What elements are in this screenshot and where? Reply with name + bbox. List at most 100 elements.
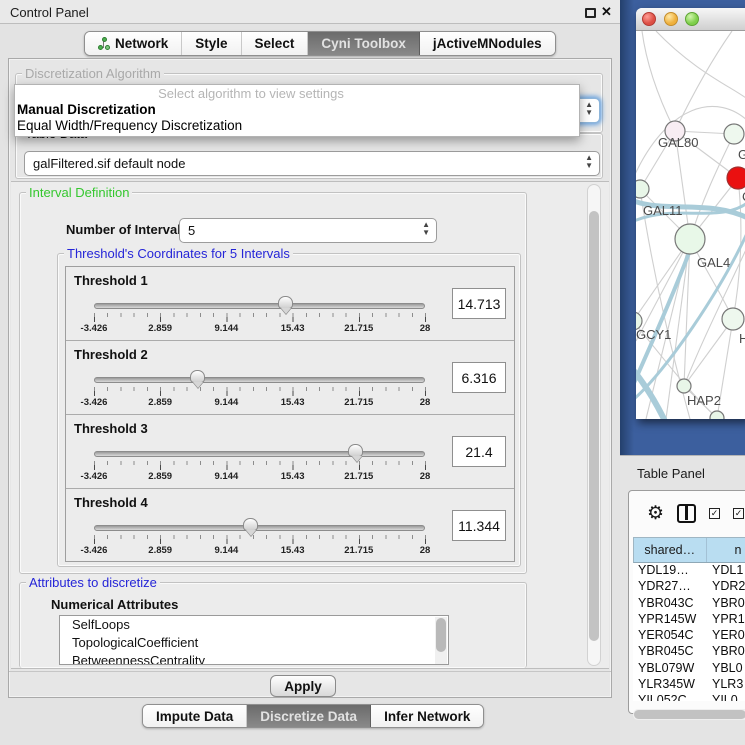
threshold-3-label: Threshold 3 (74, 421, 148, 436)
tab-cyni-toolbox[interactable]: Cyni Toolbox (308, 32, 420, 55)
top-tab-bar: Network Style Select Cyni Toolbox jActiv… (84, 31, 556, 56)
tab-discretize-data[interactable]: Discretize Data (247, 705, 371, 727)
table-row[interactable]: YBR043CYBR0 (633, 596, 745, 612)
scale-label: 28 (420, 545, 431, 556)
algorithm-option-equal-width[interactable]: Equal Width/Frequency Discretization (17, 118, 570, 133)
slider-thumb[interactable] (190, 370, 205, 383)
tab-infer-network[interactable]: Infer Network (371, 705, 483, 727)
tab-network-label: Network (115, 36, 168, 51)
zoom-traffic-light-icon[interactable] (685, 12, 699, 26)
panel-title: Control Panel (10, 5, 89, 20)
node-label-gal11[interactable]: GAL11 (643, 203, 683, 218)
combo-arrows-icon: ▲▼ (585, 101, 593, 117)
columns-icon[interactable] (677, 504, 696, 523)
threshold-3-value-field[interactable] (452, 436, 506, 467)
scale-label: 28 (420, 323, 431, 334)
slider-thumb[interactable] (278, 296, 293, 309)
algorithm-prompt-item[interactable]: Select algorithm to view settings (15, 86, 579, 101)
network-window-titlebar (636, 8, 745, 31)
slider-track[interactable] (94, 303, 425, 309)
number-of-intervals-spinner[interactable]: 5 ▲▼ (179, 218, 437, 243)
close-icon[interactable]: ✕ (601, 4, 612, 20)
tab-infer-network-label: Infer Network (384, 709, 470, 724)
slider-thumb[interactable] (348, 444, 363, 457)
slider-scale: -3.426 2.859 9.144 15.43 21.715 28 (94, 545, 425, 557)
attributes-group-title: Attributes to discretize (26, 575, 160, 590)
checkbox-icon[interactable]: ✓ (709, 508, 720, 519)
interval-definition-group: Interval Definition Number of Intervals … (19, 192, 527, 574)
tab-style[interactable]: Style (182, 32, 241, 55)
network-canvas[interactable]: GAL80 G C GAL11 GAL4 GCY1 H HAP2 (636, 31, 745, 419)
checkbox-icon[interactable]: ✓ (733, 508, 744, 519)
table-panel: Table Panel ⚙ ✓ ✓ shared… n YDL19…YDL1 Y… (620, 455, 745, 745)
scrollbar-thumb[interactable] (589, 211, 599, 641)
network-graph (636, 31, 745, 419)
slider-scale: -3.426 2.859 9.144 15.43 21.715 28 (94, 397, 425, 409)
threshold-2-value-field[interactable] (452, 362, 506, 393)
tab-network[interactable]: Network (85, 32, 182, 55)
scale-label: 15.43 (281, 397, 305, 408)
table-row[interactable]: YBR045CYBR0 (633, 644, 745, 660)
attributes-list-scrollbar[interactable] (435, 617, 447, 664)
table-toolbar: ⚙ ✓ ✓ (629, 491, 745, 535)
tab-select[interactable]: Select (242, 32, 309, 55)
column-header-shared-name[interactable]: shared… (634, 538, 707, 562)
algorithm-dropdown-popup: Select algorithm to view settings Manual… (14, 84, 580, 137)
table-row[interactable]: YLR345WYLR3 (633, 677, 745, 693)
gear-icon[interactable]: ⚙ (647, 504, 664, 523)
tab-jactivemnodules[interactable]: jActiveMNodules (420, 32, 555, 55)
tab-impute-data-label: Impute Data (156, 709, 233, 724)
threshold-rows-container: Threshold 1 -3.426 2.859 9.144 15.43 (65, 266, 515, 562)
slider-track[interactable] (94, 525, 425, 531)
list-item[interactable]: SelfLoops (60, 616, 448, 634)
table-row[interactable]: YIL052CYIL0 (633, 693, 745, 701)
close-traffic-light-icon[interactable] (642, 12, 656, 26)
settings-vertical-scrollbar[interactable] (587, 184, 601, 666)
numerical-attributes-label: Numerical Attributes (51, 597, 178, 612)
scrollbar-thumb[interactable] (634, 710, 745, 719)
minimize-traffic-light-icon[interactable] (664, 12, 678, 26)
slider-track[interactable] (94, 451, 425, 457)
table-row[interactable]: YPR145WYPR1 (633, 612, 745, 628)
column-header-name[interactable]: n (707, 538, 745, 562)
number-of-intervals-value: 5 (188, 223, 195, 238)
scale-label: 28 (420, 397, 431, 408)
tab-discretize-data-label: Discretize Data (260, 709, 357, 724)
table-row[interactable]: YBL079WYBL0 (633, 661, 745, 677)
tab-jactivemnodules-label: jActiveMNodules (433, 36, 542, 51)
threshold-4-label: Threshold 4 (74, 495, 148, 510)
scale-label: 21.715 (344, 471, 373, 482)
threshold-4-value-field[interactable] (452, 510, 506, 541)
table-horizontal-scrollbar[interactable] (633, 709, 745, 720)
node-label-gal-partial[interactable]: G (738, 147, 745, 162)
threshold-1-value-field[interactable] (452, 288, 506, 319)
table-row[interactable]: YDR27…YDR2 (633, 579, 745, 595)
scale-label: 2.859 (148, 545, 172, 556)
attributes-group: Attributes to discretize Numerical Attri… (19, 582, 527, 668)
combo-arrows-icon: ▲▼ (585, 154, 593, 170)
float-window-icon[interactable] (585, 8, 596, 18)
tab-impute-data[interactable]: Impute Data (143, 705, 247, 727)
numerical-attributes-list: SelfLoops TopologicalCoefficient Between… (59, 615, 449, 665)
network-icon (98, 37, 110, 51)
table-data-combobox[interactable]: galFiltered.sif default node ▲▼ (24, 151, 600, 176)
node-label-gal80[interactable]: GAL80 (658, 135, 698, 150)
algorithm-option-manual[interactable]: Manual Discretization (17, 102, 570, 117)
node-label-hap2[interactable]: HAP2 (687, 393, 721, 408)
table-panel-card: ⚙ ✓ ✓ shared… n YDL19…YDL1 YDR27…YDR2 YB… (628, 490, 745, 714)
apply-button[interactable]: Apply (270, 675, 336, 697)
node-label-gal4[interactable]: GAL4 (697, 255, 730, 270)
list-item[interactable]: BetweennessCentrality (60, 652, 448, 665)
scale-label: 2.859 (148, 323, 172, 334)
scale-label: 9.144 (215, 471, 239, 482)
table-row[interactable]: YDL19…YDL1 (633, 563, 745, 579)
table-row[interactable]: YER054CYER0 (633, 628, 745, 644)
thresholds-group: Threshold's Coordinates for 5 Intervals … (57, 253, 521, 567)
slider-track[interactable] (94, 377, 425, 383)
node-label-h-partial[interactable]: H (739, 331, 745, 346)
node-label-gcy1[interactable]: GCY1 (636, 327, 671, 342)
scale-label: 21.715 (344, 397, 373, 408)
table-data-selected-value: galFiltered.sif default node (33, 156, 185, 171)
slider-thumb[interactable] (243, 518, 258, 531)
list-item[interactable]: TopologicalCoefficient (60, 634, 448, 652)
